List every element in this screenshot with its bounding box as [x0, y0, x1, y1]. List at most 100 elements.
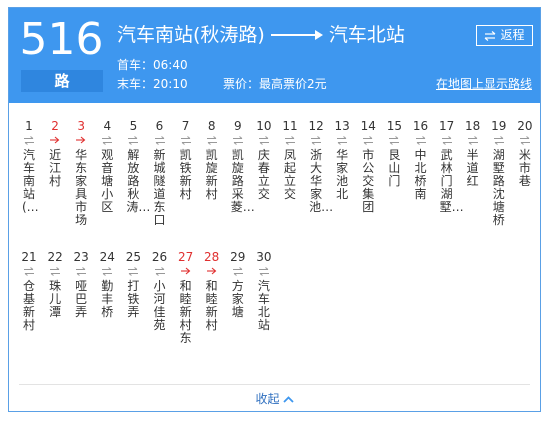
stop-item[interactable]: 7 凯铁新村: [173, 119, 199, 201]
stop-index: 6: [155, 119, 164, 133]
stop-item[interactable]: 17 武林门湖墅…: [434, 119, 464, 214]
stop-index: 12: [308, 119, 324, 133]
two-way-arrow-icon: [120, 264, 146, 280]
stop-item[interactable]: 11 凤起立交: [277, 119, 303, 201]
stop-index: 5: [129, 119, 138, 133]
last-bus-time: 末车：20:10: [117, 77, 188, 91]
stop-item[interactable]: 23 哑巴弄: [68, 250, 94, 319]
return-trip-button[interactable]: 返程: [476, 25, 533, 46]
stop-name: 小河佳苑: [153, 279, 166, 332]
stop-name: 凯旋路采菱…: [230, 148, 255, 214]
stop-item[interactable]: 4 观音塘小区: [94, 119, 120, 214]
stop-index: 28: [204, 250, 220, 264]
stop-item[interactable]: 13 华家池北: [329, 119, 355, 201]
two-way-arrow-icon: [225, 264, 251, 280]
stop-index: 26: [151, 250, 168, 264]
stop-name: 珠儿潭: [49, 279, 62, 319]
two-way-arrow-icon: [329, 133, 355, 149]
swap-icon: [485, 30, 496, 41]
stop-item[interactable]: 20 米市巷: [512, 119, 538, 188]
stop-item[interactable]: 6 新城隧道东口: [147, 119, 173, 227]
stop-name: 勤丰桥: [101, 279, 114, 319]
chevron-up-icon: [282, 396, 294, 403]
stop-item[interactable]: 16 中北桥南: [408, 119, 434, 201]
two-way-arrow-icon: [381, 133, 407, 149]
two-way-arrow-icon: [408, 133, 434, 149]
stop-name: 和睦新村东: [179, 279, 192, 345]
two-way-arrow-icon: [251, 264, 277, 280]
stop-item[interactable]: 24 勤丰桥: [94, 250, 120, 319]
stop-item[interactable]: 9 凯旋路采菱…: [225, 119, 255, 214]
two-way-arrow-icon: [199, 133, 225, 149]
stop-name: 汽车北站: [257, 279, 270, 332]
route-unit-label: 路: [21, 70, 103, 92]
bus-route-card: 516 路 汽车南站(秋涛路) 汽车北站 返程 首车：06:40 末车：20:10…: [8, 7, 541, 412]
stop-name: 哑巴弄: [75, 279, 88, 319]
stop-item[interactable]: 25 打铁弄: [120, 250, 146, 319]
fare-info: 票价：最高票价2元: [223, 77, 327, 91]
stop-item[interactable]: 30 汽车北站: [251, 250, 277, 332]
one-way-arrow-icon: [68, 133, 94, 149]
stop-index: 2: [51, 119, 59, 133]
stop-index: 11: [282, 119, 298, 133]
stop-index: 22: [47, 250, 63, 264]
one-way-arrow-icon: [173, 264, 199, 280]
stop-item[interactable]: 19 湖墅路沈塘桥: [486, 119, 512, 227]
stop-item[interactable]: 3 华东家具市场: [68, 119, 94, 227]
stop-item[interactable]: 28 和睦新村: [199, 250, 225, 332]
stop-name: 庆春立交: [257, 148, 270, 201]
stop-name: 艮山门: [388, 148, 401, 188]
two-way-arrow-icon: [94, 133, 120, 149]
two-way-arrow-icon: [147, 264, 173, 280]
direction-arrow-icon: [270, 22, 323, 48]
stop-name: 和睦新村: [205, 279, 218, 332]
stop-item[interactable]: 15 艮山门: [381, 119, 407, 188]
stop-name: 华东家具市场: [75, 148, 88, 227]
stop-index: 29: [230, 250, 246, 264]
stop-item[interactable]: 12 浙大华家池…: [303, 119, 334, 214]
stop-index: 18: [465, 119, 481, 133]
stop-item[interactable]: 27 和睦新村东: [173, 250, 199, 345]
show-on-map-link[interactable]: 在地图上显示路线: [436, 76, 532, 92]
stop-index: 19: [491, 119, 507, 133]
stop-name: 新城隧道东口: [153, 148, 166, 227]
two-way-arrow-icon: [355, 133, 381, 149]
two-way-arrow-icon: [120, 133, 146, 149]
two-way-arrow-icon: [42, 264, 68, 280]
stop-item[interactable]: 1 汽车南站(…: [16, 119, 42, 214]
stop-name: 凯旋新村: [205, 148, 218, 201]
stop-index: 13: [334, 119, 350, 133]
stop-item[interactable]: 10 庆春立交: [251, 119, 277, 201]
stop-index: 9: [233, 119, 242, 133]
stop-index: 23: [73, 250, 89, 264]
stop-name: 近江村: [49, 148, 62, 188]
stop-item[interactable]: 26 小河佳苑: [147, 250, 173, 332]
stop-index: 8: [207, 119, 216, 133]
stop-item[interactable]: 29 方家塘: [225, 250, 251, 319]
two-way-arrow-icon: [251, 133, 277, 149]
two-way-arrow-icon: [147, 133, 173, 149]
route-number: 516: [19, 14, 104, 65]
stop-item[interactable]: 8 凯旋新村: [199, 119, 225, 201]
two-way-arrow-icon: [434, 133, 460, 149]
two-way-arrow-icon: [303, 133, 329, 149]
stop-name: 中北桥南: [414, 148, 427, 201]
destination-station: 汽车北站: [328, 24, 405, 46]
stop-item[interactable]: 21 仓基新村: [16, 250, 42, 332]
stop-item[interactable]: 2 近江村: [42, 119, 68, 188]
stop-item[interactable]: 22 珠儿潭: [42, 250, 68, 319]
stop-item[interactable]: 5 解放路秋涛…: [120, 119, 151, 214]
collapse-button[interactable]: 收起: [9, 389, 540, 409]
stop-item[interactable]: 18 半道红: [460, 119, 486, 188]
return-trip-label: 返程: [500, 28, 525, 42]
stop-item[interactable]: 14 市公交集团: [355, 119, 381, 214]
stop-index: 7: [181, 119, 190, 133]
stop-name: 浙大华家池…: [309, 148, 334, 214]
stop-index: 24: [99, 250, 115, 264]
two-way-arrow-icon: [94, 264, 120, 280]
two-way-arrow-icon: [486, 133, 512, 149]
stop-list: 1 汽车南站(… 2 近江村 3 华东家具市场 4 观音塘小区 5 解放路秋涛… 6 新城隧道东口 7 凯…: [9, 103, 540, 386]
stop-name: 解放路秋涛…: [126, 148, 151, 214]
two-way-arrow-icon: [16, 264, 42, 280]
stop-index: 3: [77, 119, 85, 133]
